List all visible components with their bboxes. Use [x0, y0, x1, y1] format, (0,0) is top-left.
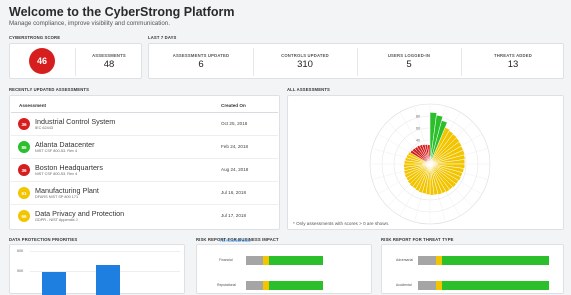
col-assessment-header: Assessment: [19, 103, 47, 108]
data-protection-label: DATA PROTECTION PRIORITIES: [9, 237, 78, 242]
polar-tick-label: 60: [416, 127, 420, 131]
row-label: Accidental: [396, 283, 412, 287]
recent-assessments-label: RECENTLY UPDATED ASSESSMENTS: [9, 87, 90, 92]
page-title: Welcome to the CyberStrong Platform: [9, 5, 235, 19]
risk-segment-high[interactable]: [269, 256, 323, 265]
risk-threat-label: RISK REPORT FOR THREAT TYPE: [381, 237, 454, 242]
users-logged-in-value: 5: [406, 59, 412, 70]
risk-segment-low[interactable]: [418, 281, 436, 290]
score-pill: 36: [18, 118, 30, 130]
chart-footnote: * Only assessments with scores > 0 are s…: [293, 221, 390, 226]
row-label: Financial: [219, 258, 233, 262]
table-row[interactable]: 36 Boston Headquarters NIST CSF 800-53. …: [10, 159, 281, 181]
assessment-name[interactable]: Atlanta Datacenter: [35, 140, 95, 149]
risk-segment-high[interactable]: [442, 281, 549, 290]
risk-segment-low[interactable]: [246, 281, 263, 290]
assessments-count-value: 48: [103, 59, 115, 70]
all-assessments-polar-chart: 80 60 40 20: [369, 103, 491, 225]
assessment-framework: NIST CSF 800-53. Rev 4: [35, 172, 78, 176]
assessment-name[interactable]: Boston Headquarters: [35, 163, 103, 172]
y-tick-label: 60K: [17, 249, 24, 253]
controls-updated-label: CONTROLS UPDATED: [281, 53, 329, 58]
polar-tick-label: 80: [416, 115, 420, 119]
score-card: 46 ASSESSMENTS 48: [9, 43, 142, 79]
cyberstrong-score-label: CYBERSTRONG SCORE: [9, 35, 61, 40]
row-label: Reputational: [217, 283, 237, 287]
table-row[interactable]: 36 Industrial Control System IEC 62443 O…: [10, 113, 281, 135]
users-logged-in-label: USERS LOGGED-IN: [387, 53, 431, 58]
gridline: [30, 251, 180, 252]
risk-segment-low[interactable]: [246, 256, 263, 265]
assessment-date: Oct 25, 2018: [221, 121, 248, 126]
assessments-updated-value: 6: [198, 59, 204, 70]
risk-segment-low[interactable]: [418, 256, 436, 265]
assessment-framework: NIST CSF 800-53. Rev 4: [35, 149, 78, 153]
score-pill: 66: [18, 210, 30, 222]
bar[interactable]: [96, 265, 120, 295]
risk-segment-high[interactable]: [442, 256, 549, 265]
risk-segment-high[interactable]: [269, 281, 323, 290]
row-label: Adversarial: [396, 258, 413, 262]
col-created-header: Created On: [221, 103, 246, 108]
threats-added-label: THREATS ADDED: [494, 53, 532, 58]
all-assessments-link[interactable]: All Assessments: [220, 238, 251, 243]
assessment-name[interactable]: Data Privacy and Protection: [35, 209, 124, 218]
all-assessments-card: 80 60 40 20 * Only assessments with scores …: [287, 95, 564, 230]
score-pill: 61: [18, 187, 30, 199]
bar[interactable]: [42, 272, 66, 295]
assessment-date: Jul 16, 2018: [221, 190, 247, 195]
assessments-count-label: ASSESSMENTS: [92, 53, 126, 58]
y-tick-label: 50K: [17, 269, 24, 273]
threats-added-value: 13: [507, 59, 519, 70]
last-7-days-card: ASSESSMENTS UPDATED 6 CONTROLS UPDATED 3…: [148, 43, 564, 79]
assessment-name[interactable]: Industrial Control System: [35, 117, 115, 126]
all-assessments-label: ALL ASSESSMENTS: [287, 87, 330, 92]
assessment-framework: GDPR - NIST Appendix J: [35, 218, 78, 222]
score-pill: 86: [18, 141, 30, 153]
score-badge: 46: [29, 48, 55, 74]
assessment-date: Aug 24, 2018: [221, 167, 249, 172]
assessment-name[interactable]: Manufacturing Plant: [35, 186, 99, 195]
assessment-date: Feb 24, 2018: [221, 144, 249, 149]
recent-assessments-card: Assessment Created On 36 Industrial Cont…: [9, 95, 280, 230]
controls-updated-value: 310: [297, 59, 313, 70]
assessment-date: Jul 17, 2018: [221, 213, 247, 218]
score-pill: 36: [18, 164, 30, 176]
assessment-framework: IEC 62443: [35, 126, 53, 130]
table-row[interactable]: 86 Atlanta Datacenter NIST CSF 800-53. R…: [10, 136, 281, 158]
table-row[interactable]: 61 Manufacturing Plant DFARS NIST SP 800…: [10, 182, 281, 204]
polar-tick-label: 40: [416, 139, 420, 143]
table-row[interactable]: 66 Data Privacy and Protection GDPR - NI…: [10, 205, 281, 227]
page-subtitle: Manage compliance, improve visibility an…: [9, 20, 170, 27]
polar-tick-label: 20: [416, 151, 420, 155]
last-7-days-label: LAST 7 DAYS: [148, 35, 177, 40]
divider: [75, 48, 76, 76]
assessments-updated-label: ASSESSMENTS UPDATED: [172, 53, 230, 58]
assessment-framework: DFARS NIST SP 800 171: [35, 195, 79, 199]
